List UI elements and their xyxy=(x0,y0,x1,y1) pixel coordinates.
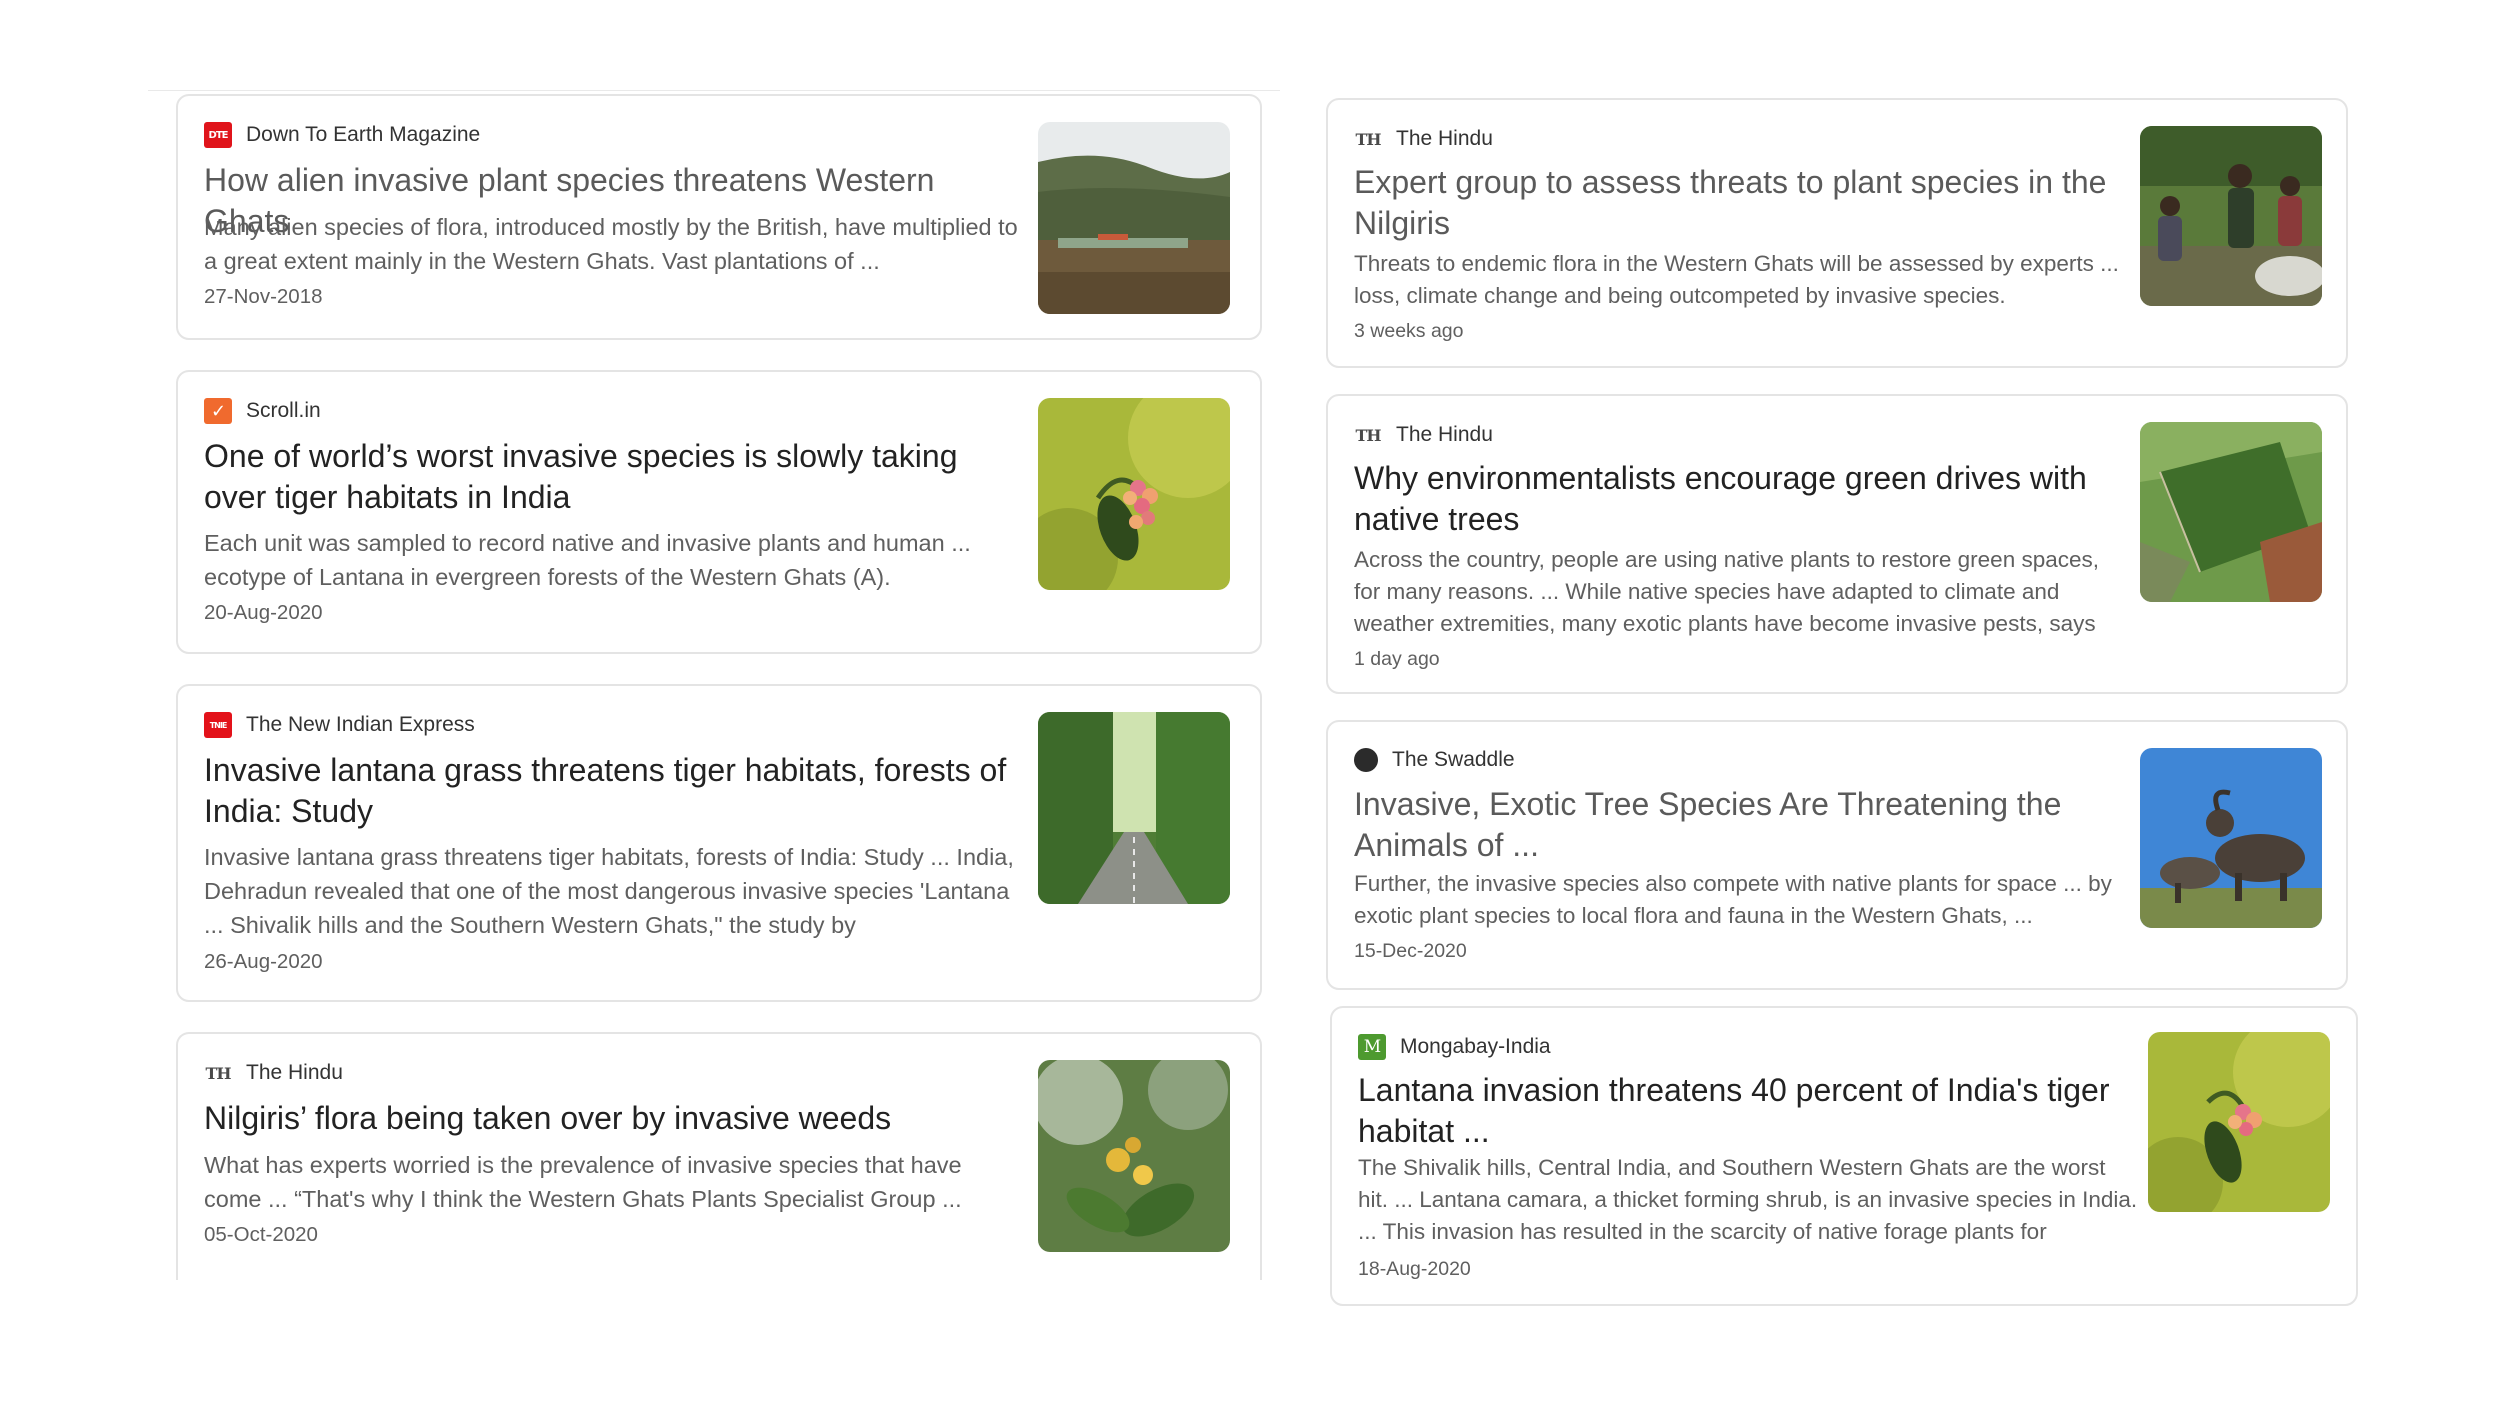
source-name: The Hindu xyxy=(1396,127,1493,150)
source-name: The Hindu xyxy=(1396,423,1493,446)
yellow-flowers-photo[interactable] xyxy=(1038,1060,1230,1252)
mongabay-logo-icon: M xyxy=(1358,1034,1386,1060)
news-snippet: Invasive lantana grass threatens tiger h… xyxy=(204,844,1014,938)
news-date: 26-Aug-2020 xyxy=(204,950,323,973)
news-date: 20-Aug-2020 xyxy=(204,601,323,624)
source-name: Down To Earth Magazine xyxy=(246,123,481,146)
tnie-logo-icon: TNIE xyxy=(204,712,232,738)
news-source: The Swaddle xyxy=(1354,748,1515,772)
source-name: Scroll.in xyxy=(246,399,321,422)
news-date: 3 weeks ago xyxy=(1354,320,1464,342)
news-source: TH The Hindu xyxy=(1354,422,1493,448)
nilgiri-tahr-photo[interactable] xyxy=(2140,748,2322,928)
news-snippet: Further, the invasive species also compe… xyxy=(1354,871,2112,928)
news-snippet: Each unit was sampled to record native a… xyxy=(204,530,971,590)
hillside-plantation-photo[interactable] xyxy=(1038,122,1230,314)
news-source: TNIE The New Indian Express xyxy=(204,712,475,738)
news-date: 05-Oct-2020 xyxy=(204,1223,318,1246)
news-headline[interactable]: Expert group to assess threats to plant … xyxy=(1354,162,2114,244)
news-card[interactable]: TH The Hindu Expert group to assess thre… xyxy=(1326,98,2348,368)
news-headline[interactable]: Nilgiris’ flora being taken over by inva… xyxy=(204,1098,1024,1139)
news-card[interactable]: TH The Hindu Why environmentalists encou… xyxy=(1326,394,2348,694)
source-name: Mongabay-India xyxy=(1400,1035,1551,1058)
the-hindu-logo-icon: TH xyxy=(1355,425,1381,445)
news-card[interactable]: TH The Hindu Nilgiris’ flora being taken… xyxy=(176,1032,1262,1280)
news-snippet: Across the country, people are using nat… xyxy=(1354,547,2100,636)
news-card[interactable]: DTE Down To Earth Magazine How alien inv… xyxy=(176,94,1262,340)
news-source: DTE Down To Earth Magazine xyxy=(204,122,480,148)
news-date: 27-Nov-2018 xyxy=(204,285,323,308)
news-date: 15-Dec-2020 xyxy=(1354,940,1467,962)
news-source: ✓ Scroll.in xyxy=(204,398,321,424)
scroll-logo-icon: ✓ xyxy=(204,398,232,424)
news-date: 18-Aug-2020 xyxy=(1358,1258,1471,1280)
news-headline[interactable]: Invasive, Exotic Tree Species Are Threat… xyxy=(1354,784,2114,866)
swaddle-logo-icon xyxy=(1354,748,1378,772)
news-snippet: Many alien species of flora, introduced … xyxy=(204,214,1018,274)
news-card[interactable]: M Mongabay-India Lantana invasion threat… xyxy=(1330,1006,2358,1306)
the-hindu-logo-icon: TH xyxy=(1355,129,1381,149)
news-date: 1 day ago xyxy=(1354,648,1440,670)
news-snippet: What has experts worried is the prevalen… xyxy=(204,1152,962,1212)
news-headline[interactable]: One of world’s worst invasive species is… xyxy=(204,436,1024,518)
source-name: The Hindu xyxy=(246,1061,343,1084)
news-headline[interactable]: Invasive lantana grass threatens tiger h… xyxy=(204,750,1024,832)
news-snippet: Threats to endemic flora in the Western … xyxy=(1354,251,2119,308)
lantana-flower-photo[interactable] xyxy=(1038,398,1230,590)
news-card[interactable]: ✓ Scroll.in One of world’s worst invasiv… xyxy=(176,370,1262,654)
aerial-farmland-photo[interactable] xyxy=(2140,422,2322,602)
people-outdoors-photo[interactable] xyxy=(2140,126,2322,306)
news-headline[interactable]: Why environmentalists encourage green dr… xyxy=(1354,458,2114,540)
news-source: TH The Hindu xyxy=(1354,126,1493,152)
news-source: TH The Hindu xyxy=(204,1060,343,1086)
news-headline[interactable]: Lantana invasion threatens 40 percent of… xyxy=(1358,1070,2118,1152)
news-source: M Mongabay-India xyxy=(1358,1034,1551,1060)
source-name: The New Indian Express xyxy=(246,713,475,736)
news-card[interactable]: TNIE The New Indian Express Invasive lan… xyxy=(176,684,1262,1002)
divider xyxy=(148,90,1280,91)
forest-road-photo[interactable] xyxy=(1038,712,1230,904)
news-card[interactable]: The Swaddle Invasive, Exotic Tree Specie… xyxy=(1326,720,2348,990)
news-snippet: The Shivalik hills, Central India, and S… xyxy=(1358,1155,2138,1244)
dte-logo-icon: DTE xyxy=(204,122,232,148)
lantana-flower-photo[interactable] xyxy=(2148,1032,2330,1212)
the-hindu-logo-icon: TH xyxy=(205,1063,231,1083)
source-name: The Swaddle xyxy=(1392,748,1515,771)
